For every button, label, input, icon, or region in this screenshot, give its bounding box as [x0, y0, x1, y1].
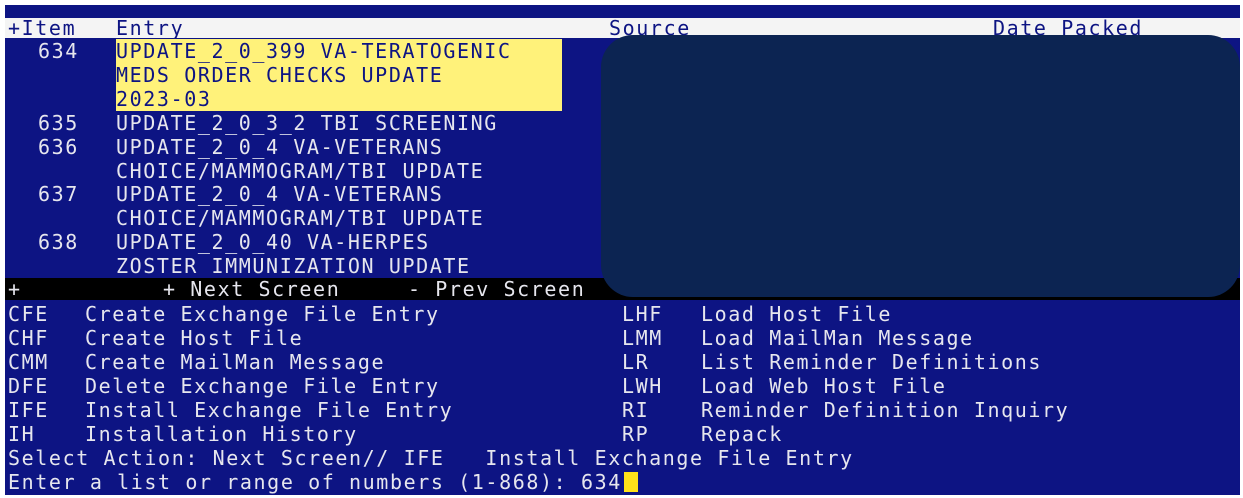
- action-label-lmm[interactable]: Load MailMan Message: [701, 326, 974, 350]
- entry-text[interactable]: CHOICE/MAMMOGRAM/TBI UPDATE: [116, 206, 484, 230]
- action-label-rp[interactable]: Repack: [701, 422, 783, 446]
- action-label-ri[interactable]: Reminder Definition Inquiry: [701, 398, 1069, 422]
- entry-text[interactable]: UPDATE_2_0_40 VA-HERPES: [116, 230, 430, 254]
- action-label-lhf[interactable]: Load Host File: [701, 302, 892, 326]
- header-item: +Item: [8, 16, 77, 40]
- entry-text[interactable]: UPDATE_2_0_399 VA-TERATOGENIC: [116, 39, 562, 63]
- action-code-cfe[interactable]: CFE: [8, 302, 49, 326]
- action-label-ife[interactable]: Install Exchange File Entry: [85, 398, 453, 422]
- action-code-ife[interactable]: IFE: [8, 398, 49, 422]
- action-label-cmm[interactable]: Create MailMan Message: [85, 350, 385, 374]
- action-label-ih[interactable]: Installation History: [85, 422, 358, 446]
- entry-text[interactable]: MEDS ORDER CHECKS UPDATE: [116, 63, 562, 87]
- nav-marker: +: [8, 277, 22, 301]
- prev-screen-nav[interactable]: - Prev Screen: [408, 278, 585, 300]
- action-code-lhf[interactable]: LHF: [622, 302, 663, 326]
- action-code-ih[interactable]: IH: [8, 422, 35, 446]
- entry-text[interactable]: UPDATE_2_0_3_2 TBI SCREENING: [116, 111, 498, 135]
- action-code-rp[interactable]: RP: [622, 422, 649, 446]
- select-action-prompt: Select Action: Next Screen// IFE Install…: [5, 446, 1240, 470]
- action-label-lwh[interactable]: Load Web Host File: [701, 374, 947, 398]
- select-action-text: Select Action: Next Screen// IFE Install…: [8, 446, 854, 470]
- action-code-lr[interactable]: LR: [622, 350, 649, 374]
- terminal-screen: +Item Entry Source Date Packed 634 UPDAT…: [5, 5, 1240, 495]
- action-label-cfe[interactable]: Create Exchange File Entry: [85, 302, 440, 326]
- action-row: CFE Create Exchange File Entry LHF Load …: [5, 302, 1240, 326]
- entry-text[interactable]: ZOSTER IMMUNIZATION UPDATE: [116, 254, 471, 278]
- next-screen-nav[interactable]: + Next Screen: [163, 278, 340, 300]
- item-number: 634: [38, 39, 79, 63]
- action-code-lmm[interactable]: LMM: [622, 326, 663, 350]
- entry-text[interactable]: CHOICE/MAMMOGRAM/TBI UPDATE: [116, 159, 484, 183]
- action-row: IFE Install Exchange File Entry RI Remin…: [5, 398, 1240, 422]
- action-code-ri[interactable]: RI: [622, 398, 649, 422]
- action-label-chf[interactable]: Create Host File: [85, 326, 303, 350]
- item-number: 635: [38, 111, 79, 135]
- action-row: CHF Create Host File LMM Load MailMan Me…: [5, 326, 1240, 350]
- item-number: 636: [38, 135, 79, 159]
- entry-text[interactable]: UPDATE_2_0_4 VA-VETERANS: [116, 135, 443, 159]
- range-prompt-label: Enter a list or range of numbers (1-868)…: [8, 470, 581, 494]
- text-cursor: [623, 472, 638, 492]
- action-code-cmm[interactable]: CMM: [8, 350, 49, 374]
- item-number: 638: [38, 230, 79, 254]
- range-input-value[interactable]: 634: [581, 470, 622, 494]
- redaction-block: [601, 35, 1240, 297]
- action-label-dfe[interactable]: Delete Exchange File Entry: [85, 374, 440, 398]
- action-label-lr[interactable]: List Reminder Definitions: [701, 350, 1042, 374]
- action-row: DFE Delete Exchange File Entry LWH Load …: [5, 374, 1240, 398]
- action-row: CMM Create MailMan Message LR List Remin…: [5, 350, 1240, 374]
- entry-text[interactable]: 2023-03: [116, 87, 562, 111]
- range-input-prompt[interactable]: Enter a list or range of numbers (1-868)…: [5, 470, 1240, 494]
- action-row: IH Installation History RP Repack: [5, 422, 1240, 446]
- action-code-dfe[interactable]: DFE: [8, 374, 49, 398]
- item-number: 637: [38, 182, 79, 206]
- entry-text[interactable]: UPDATE_2_0_4 VA-VETERANS: [116, 182, 443, 206]
- header-entry: Entry: [116, 16, 185, 40]
- action-code-lwh[interactable]: LWH: [622, 374, 663, 398]
- action-code-chf[interactable]: CHF: [8, 326, 49, 350]
